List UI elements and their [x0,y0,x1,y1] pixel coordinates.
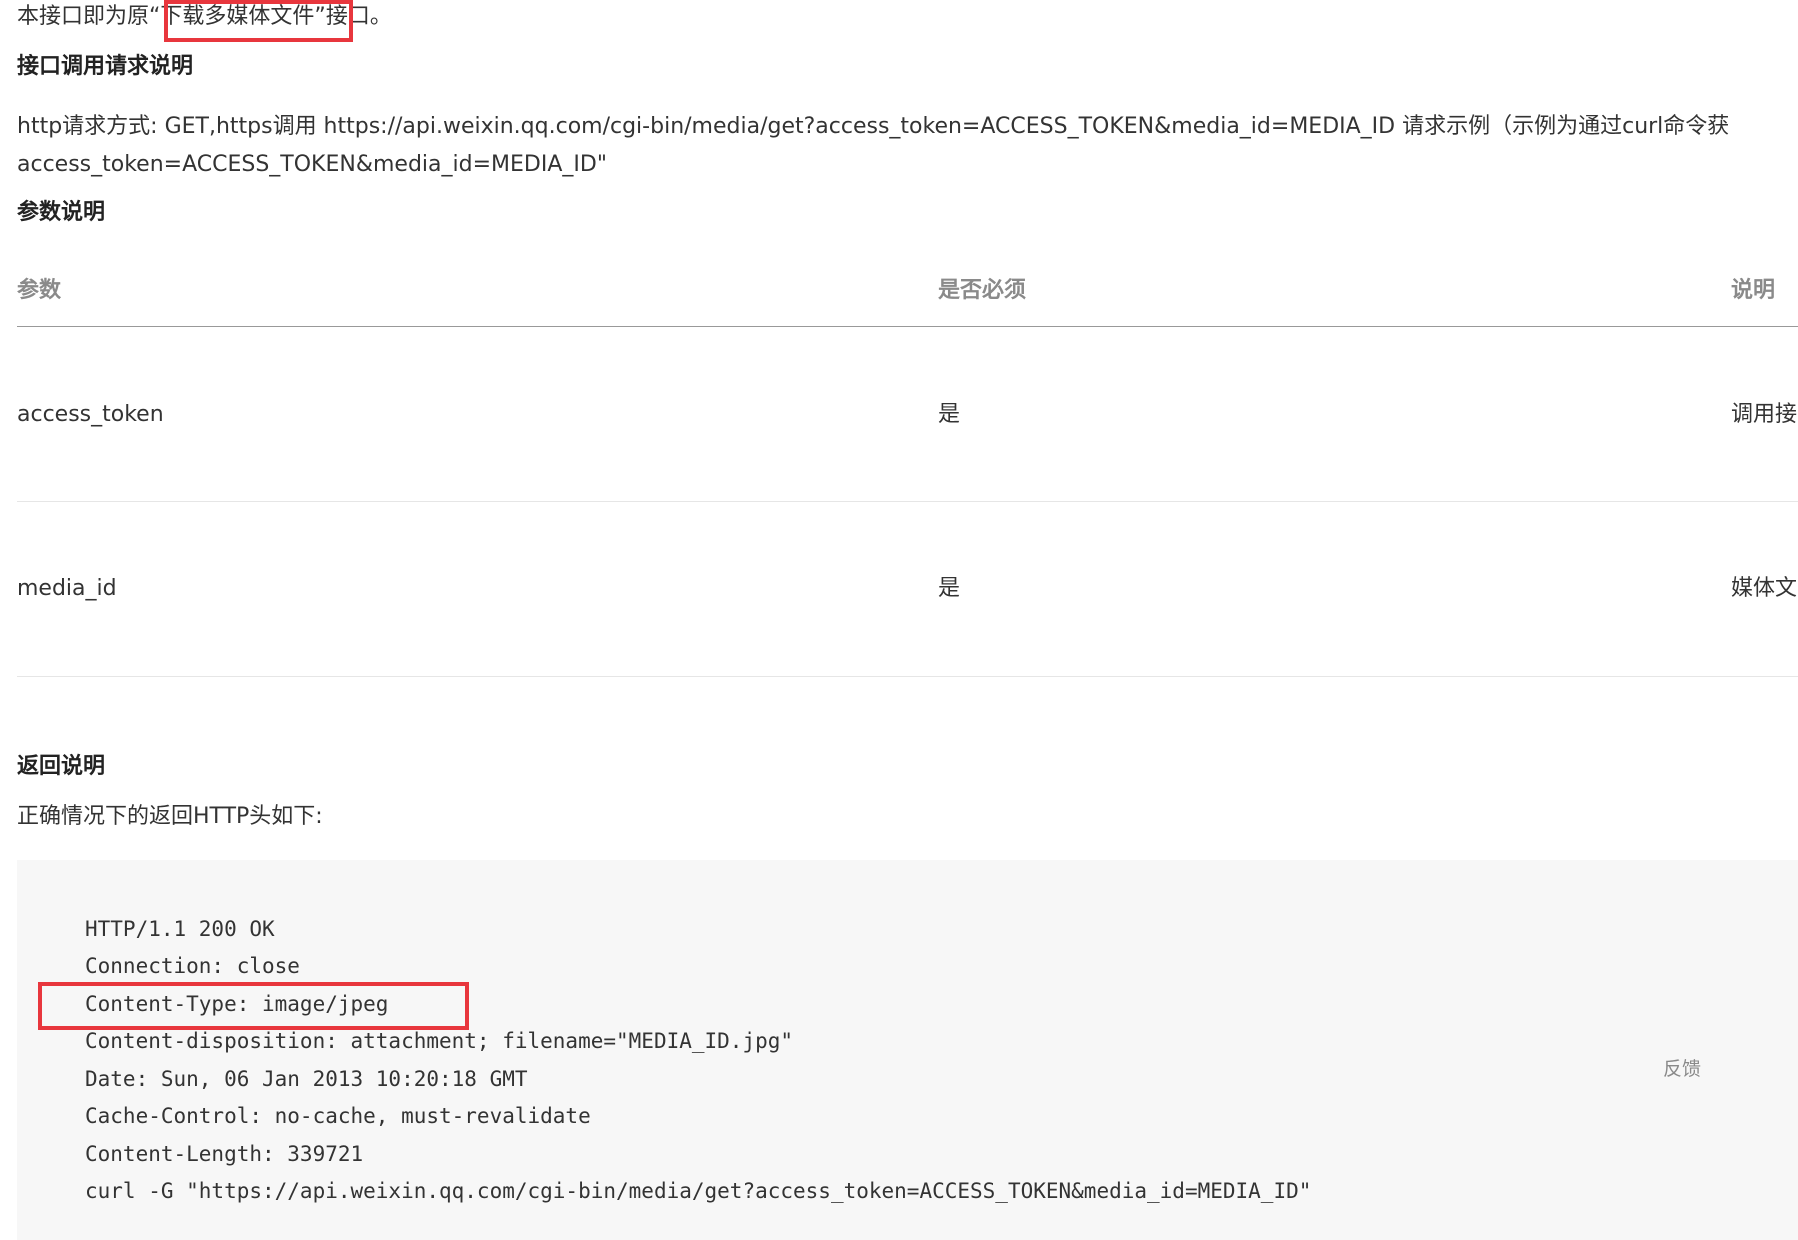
code-line: Cache-Control: no-cache, must-revalidate [85,1104,591,1128]
intro-prefix: 本接口即为原“ [17,4,161,29]
params-heading: 参数说明 [17,200,106,225]
code-line: curl -G "https://api.weixin.qq.com/cgi-b… [85,1179,1312,1203]
request-line-1: http请求方式: GET,https调用 https://api.weixin… [17,114,1730,139]
code-line: HTTP/1.1 200 OK [85,917,275,941]
intro-text: 本接口即为原“下载多媒体文件”接口。 [17,2,392,32]
code-line: Content-disposition: attachment; filenam… [85,1029,794,1053]
table-cell-required: 是 [938,576,961,601]
code-block: HTTP/1.1 200 OK Connection: close Conten… [17,860,1798,1240]
response-heading: 返回说明 [17,754,106,779]
table-row-divider [17,501,1798,502]
table-cell-param: access_token [17,402,164,427]
table-header-required: 是否必须 [938,278,1027,303]
table-cell-param: media_id [17,576,117,601]
table-cell-desc: 调用接 [1731,402,1798,427]
table-row-divider [17,676,1798,677]
table-header-desc: 说明 [1731,278,1776,303]
intro-highlight: 下载多媒体文件 [160,4,315,29]
table-cell-required: 是 [938,402,961,427]
table-header-param: 参数 [17,278,62,303]
feedback-button[interactable]: 反馈 [1663,1055,1701,1083]
code-line: Content-Length: 339721 [85,1142,364,1166]
request-line-2: access_token=ACCESS_TOKEN&media_id=MEDIA… [17,152,607,177]
response-subtitle: 正确情况下的返回HTTP头如下: [17,804,323,829]
code-line: Date: Sun, 06 Jan 2013 10:20:18 GMT [85,1067,528,1091]
code-line-content-type: Content-Type: image/jpeg [85,992,389,1016]
intro-suffix: ”接口。 [314,4,392,29]
code-line: Connection: close [85,954,300,978]
request-description: http请求方式: GET,https调用 https://api.weixin… [17,108,1729,184]
request-heading: 接口调用请求说明 [17,54,194,79]
table-header-divider [17,326,1798,327]
table-cell-desc: 媒体文 [1731,576,1798,601]
